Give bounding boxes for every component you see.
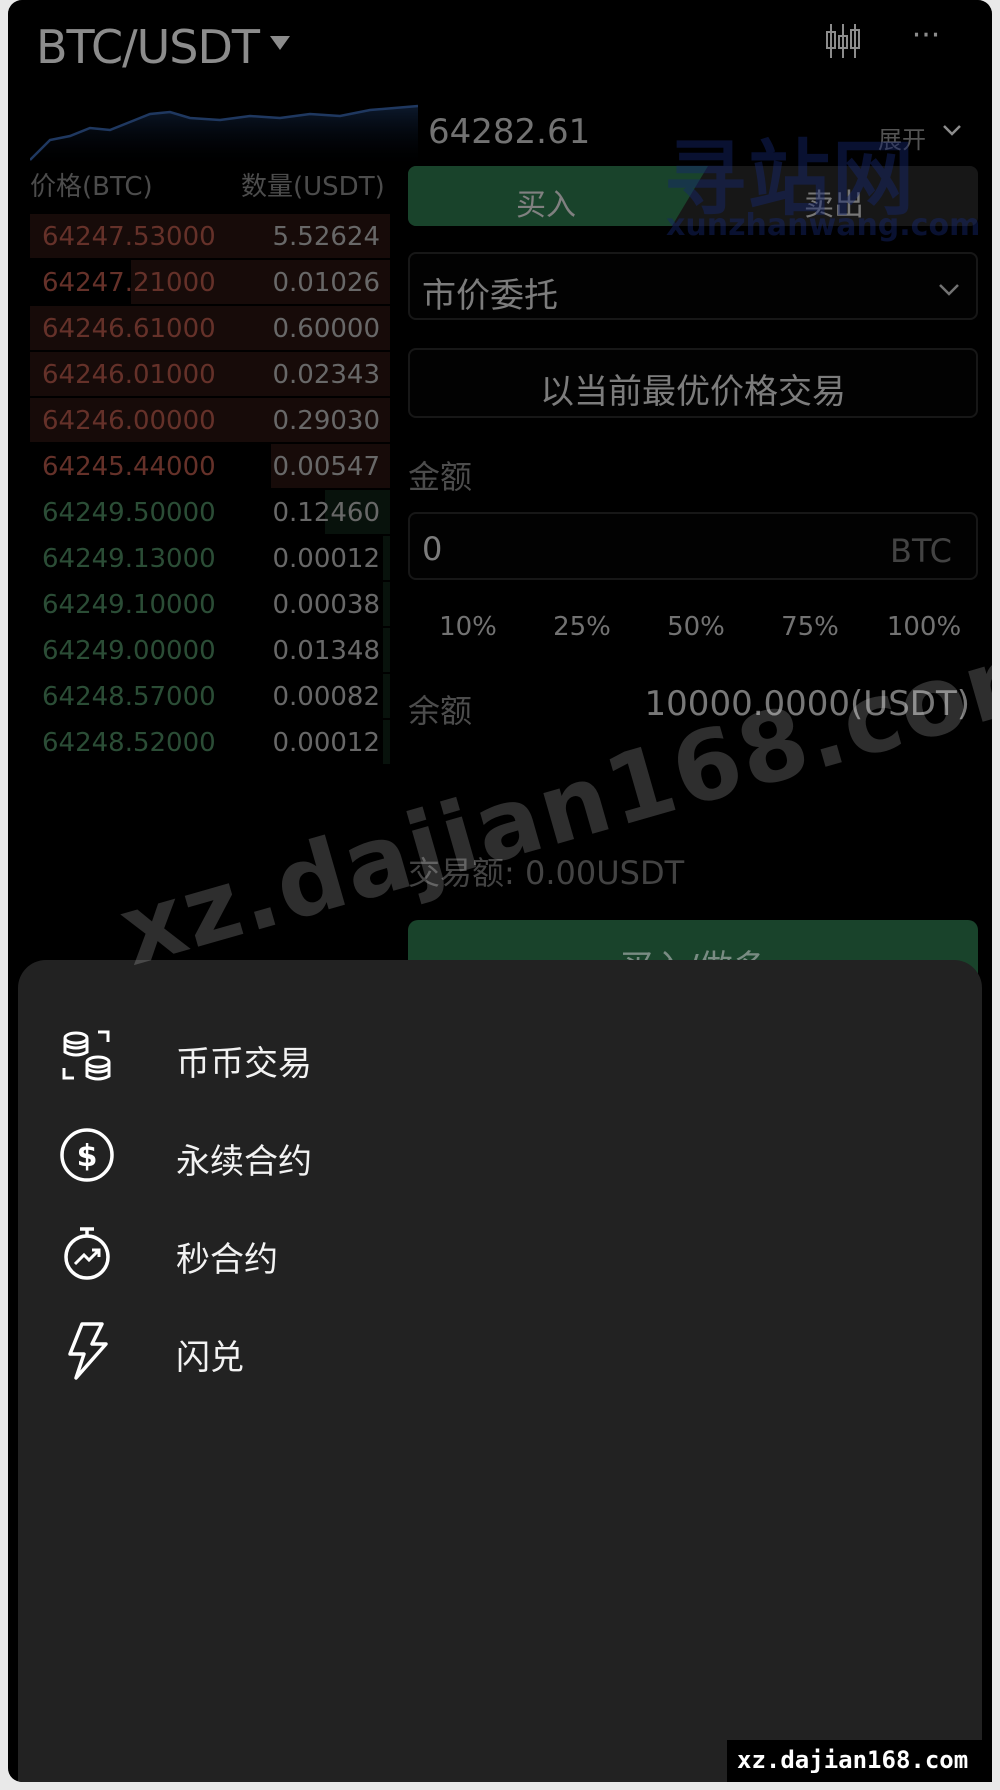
menu-item-spot[interactable]: 币币交易 [18, 1010, 982, 1100]
menu-item-perpetual[interactable]: $ 永续合约 [18, 1108, 982, 1198]
footer-watermark: xz.dajian168.com [727, 1740, 992, 1782]
svg-text:$: $ [77, 1139, 98, 1174]
trade-type-sheet: 币币交易 $ 永续合约 秒合约 闪兑 [18, 960, 982, 1782]
stopwatch-chart-icon [64, 1227, 110, 1280]
coin-exchange-icon [62, 1030, 111, 1081]
menu-label: 币币交易 [176, 1044, 312, 1084]
menu-item-seconds-contract[interactable]: 秒合约 [18, 1206, 982, 1296]
menu-label: 永续合约 [176, 1142, 312, 1182]
menu-label: 秒合约 [176, 1240, 278, 1280]
app-screen: BTC/USDT ··· 价格(BTC) 数量(USDT) 64247.5300… [8, 0, 992, 1782]
menu-label: 闪兑 [176, 1338, 244, 1378]
menu-item-flash-swap[interactable]: 闪兑 [18, 1304, 982, 1394]
dollar-circle-icon: $ [60, 1128, 114, 1182]
lightning-icon [68, 1322, 108, 1380]
